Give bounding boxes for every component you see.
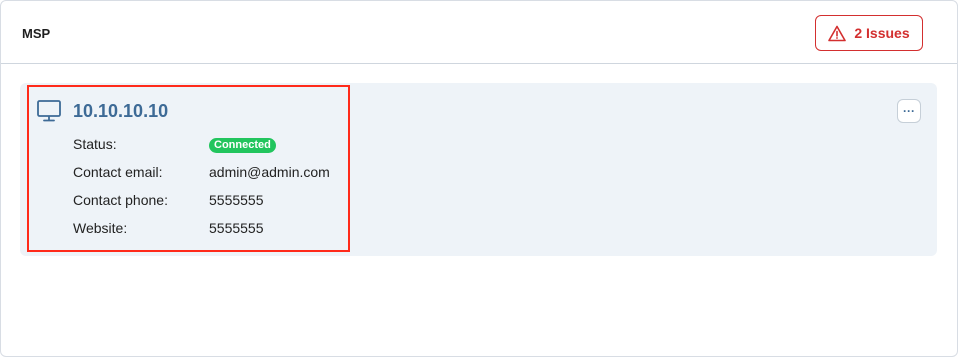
device-name[interactable]: 10.10.10.10	[73, 101, 168, 122]
contact-email-label: Contact email:	[73, 164, 163, 180]
warning-triangle-icon	[828, 25, 847, 42]
monitor-icon	[37, 100, 61, 127]
issues-label: 2 Issues	[854, 25, 910, 41]
more-horizontal-icon: ···	[903, 104, 915, 118]
panel-title: MSP	[22, 26, 51, 41]
panel-header: MSP 2 Issues	[1, 1, 957, 64]
status-badge: Connected	[209, 138, 276, 153]
status-label: Status:	[73, 136, 117, 152]
website-label: Website:	[73, 220, 128, 236]
contact-phone-value: 5555555	[209, 192, 264, 208]
contact-email-value: admin@admin.com	[209, 164, 330, 180]
contact-phone-label: Contact phone:	[73, 192, 168, 208]
issues-button[interactable]: 2 Issues	[815, 15, 923, 51]
more-options-button[interactable]: ···	[897, 99, 921, 123]
website-value: 5555555	[209, 220, 264, 236]
